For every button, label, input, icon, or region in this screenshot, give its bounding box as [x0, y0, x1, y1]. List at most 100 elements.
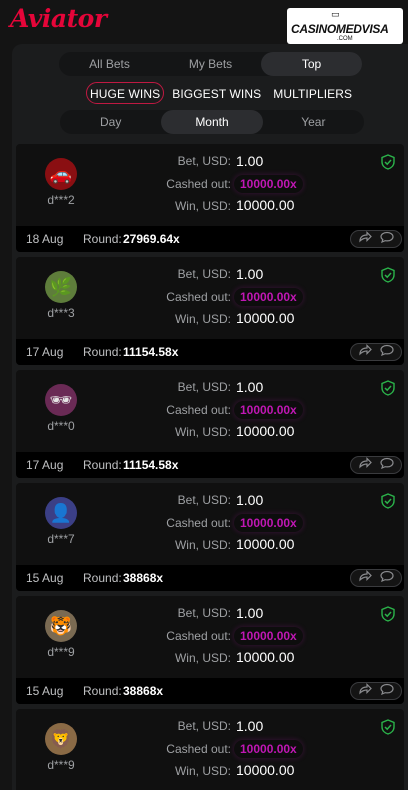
user-avatar: 🚗 — [45, 158, 77, 190]
win-amount: 10000.00 — [236, 197, 295, 213]
username: d***9 — [47, 645, 75, 659]
cashed-out-label: Cashed out: — [166, 403, 231, 417]
win-date: 15 Aug — [26, 571, 64, 585]
win-amount: 10000.00 — [236, 762, 295, 778]
bet-amount: 1.00 — [236, 718, 264, 734]
watermark-logo: ▭ CASINOMEDVISA .COM — [287, 8, 403, 44]
username: d***0 — [47, 419, 75, 433]
share-chat-button[interactable] — [350, 682, 402, 700]
cashed-out-label: Cashed out: — [166, 516, 231, 530]
share-chat-button[interactable] — [350, 456, 402, 474]
win-date: 17 Aug — [26, 345, 64, 359]
hooded-figure-avatar-icon: 👤 — [49, 502, 73, 523]
round-multiplier: 11154.58x — [123, 345, 179, 359]
verified-shield-icon[interactable] — [380, 267, 396, 283]
bet-label: Bet, USD: — [177, 154, 231, 168]
chat-icon[interactable] — [380, 569, 394, 587]
watermark-text: CASINOMEDVISA — [291, 22, 389, 36]
win-label: Win, USD: — [174, 312, 231, 326]
share-icon[interactable] — [358, 456, 373, 474]
username: d***9 — [47, 758, 75, 772]
username: d***3 — [47, 306, 75, 320]
lion-avatar-icon: 🦁 — [49, 728, 73, 749]
share-icon[interactable] — [358, 343, 373, 361]
user-avatar: 🕶 — [45, 384, 77, 416]
round-multiplier: 38868x — [123, 571, 164, 585]
tab-all-bets[interactable]: All Bets — [59, 52, 160, 76]
bet-amount: 1.00 — [236, 379, 264, 395]
win-card: 🕶 d***0 Bet, USD: 1.00 Cashed out: 10000.00x W… — [16, 370, 404, 478]
period-day[interactable]: Day — [60, 110, 161, 134]
bet-amount: 1.00 — [236, 266, 264, 282]
win-date: 15 Aug — [26, 684, 64, 698]
chat-icon[interactable] — [380, 456, 394, 474]
share-chat-button[interactable] — [350, 343, 402, 361]
cashed-out-label: Cashed out: — [166, 177, 231, 191]
bet-label: Bet, USD: — [177, 606, 231, 620]
card-footer: 18 Aug Round: 27969.64x — [16, 226, 404, 252]
username: d***2 — [47, 193, 75, 207]
share-chat-button[interactable] — [350, 230, 402, 248]
share-icon[interactable] — [358, 682, 373, 700]
tab-top[interactable]: Top — [261, 52, 362, 76]
bet-label: Bet, USD: — [177, 380, 231, 394]
win-label: Win, USD: — [174, 425, 231, 439]
share-icon[interactable] — [358, 230, 373, 248]
bet-amount: 1.00 — [236, 605, 264, 621]
top-bar: Aviator ▭ CASINOMEDVISA .COM — [0, 0, 408, 44]
card-footer: 15 Aug Round: 38868x — [16, 565, 404, 591]
bet-label: Bet, USD: — [177, 719, 231, 733]
tiger-avatar-icon: 🐯 — [49, 615, 73, 636]
cashed-out-multiplier: 10000.00x — [234, 514, 303, 532]
card-footer: 17 Aug Round: 11154.58x — [16, 339, 404, 365]
filter-huge-wins[interactable]: HUGE WINS — [86, 82, 165, 104]
cashed-out-label: Cashed out: — [166, 629, 231, 643]
win-date: 17 Aug — [26, 458, 64, 472]
user-avatar: 🌿 — [45, 271, 77, 303]
bets-tabs: All Bets My Bets Top — [59, 52, 362, 76]
round-multiplier: 11154.58x — [123, 458, 179, 472]
cashed-out-label: Cashed out: — [166, 742, 231, 756]
username: d***7 — [47, 532, 75, 546]
filter-multipliers[interactable]: MULTIPLIERS — [269, 82, 356, 104]
tab-my-bets[interactable]: My Bets — [160, 52, 261, 76]
chat-icon[interactable] — [380, 230, 394, 248]
win-label: Win, USD: — [174, 651, 231, 665]
watermark-subtext: .COM — [337, 36, 353, 42]
period-month[interactable]: Month — [161, 110, 263, 134]
bet-label: Bet, USD: — [177, 493, 231, 507]
verified-shield-icon[interactable] — [380, 719, 396, 735]
period-year[interactable]: Year — [263, 110, 364, 134]
round-label: Round: — [83, 458, 122, 472]
win-amount: 10000.00 — [236, 310, 295, 326]
aviator-logo: Aviator — [10, 4, 107, 33]
user-avatar: 🐯 — [45, 610, 77, 642]
filter-biggest-wins[interactable]: BIGGEST WINS — [168, 82, 265, 104]
win-card: 👤 d***7 Bet, USD: 1.00 Cashed out: 10000.00x W… — [16, 483, 404, 591]
period-selector: Day Month Year — [60, 110, 364, 134]
leaf-avatar-icon: 🌿 — [49, 276, 73, 297]
verified-shield-icon[interactable] — [380, 154, 396, 170]
share-chat-button[interactable] — [350, 569, 402, 587]
win-amount: 10000.00 — [236, 423, 295, 439]
card-footer: 15 Aug Round: 38868x — [16, 678, 404, 704]
round-label: Round: — [83, 345, 122, 359]
share-icon[interactable] — [358, 569, 373, 587]
cashed-out-multiplier: 10000.00x — [234, 627, 303, 645]
verified-shield-icon[interactable] — [380, 380, 396, 396]
win-amount: 10000.00 — [236, 536, 295, 552]
verified-shield-icon[interactable] — [380, 493, 396, 509]
top-filters: HUGE WINS BIGGEST WINS MULTIPLIERS — [86, 82, 356, 104]
card-footer: 17 Aug Round: 11154.58x — [16, 452, 404, 478]
bet-amount: 1.00 — [236, 492, 264, 508]
user-avatar: 🦁 — [45, 723, 77, 755]
win-card: 🌿 d***3 Bet, USD: 1.00 Cashed out: 10000.00x W… — [16, 257, 404, 365]
sunglasses-avatar-icon: 🕶 — [49, 389, 73, 410]
chat-icon[interactable] — [380, 343, 394, 361]
cashed-out-multiplier: 10000.00x — [234, 740, 303, 758]
round-multiplier: 38868x — [123, 684, 164, 698]
chat-icon[interactable] — [380, 682, 394, 700]
bet-label: Bet, USD: — [177, 267, 231, 281]
round-label: Round: — [83, 232, 122, 246]
verified-shield-icon[interactable] — [380, 606, 396, 622]
